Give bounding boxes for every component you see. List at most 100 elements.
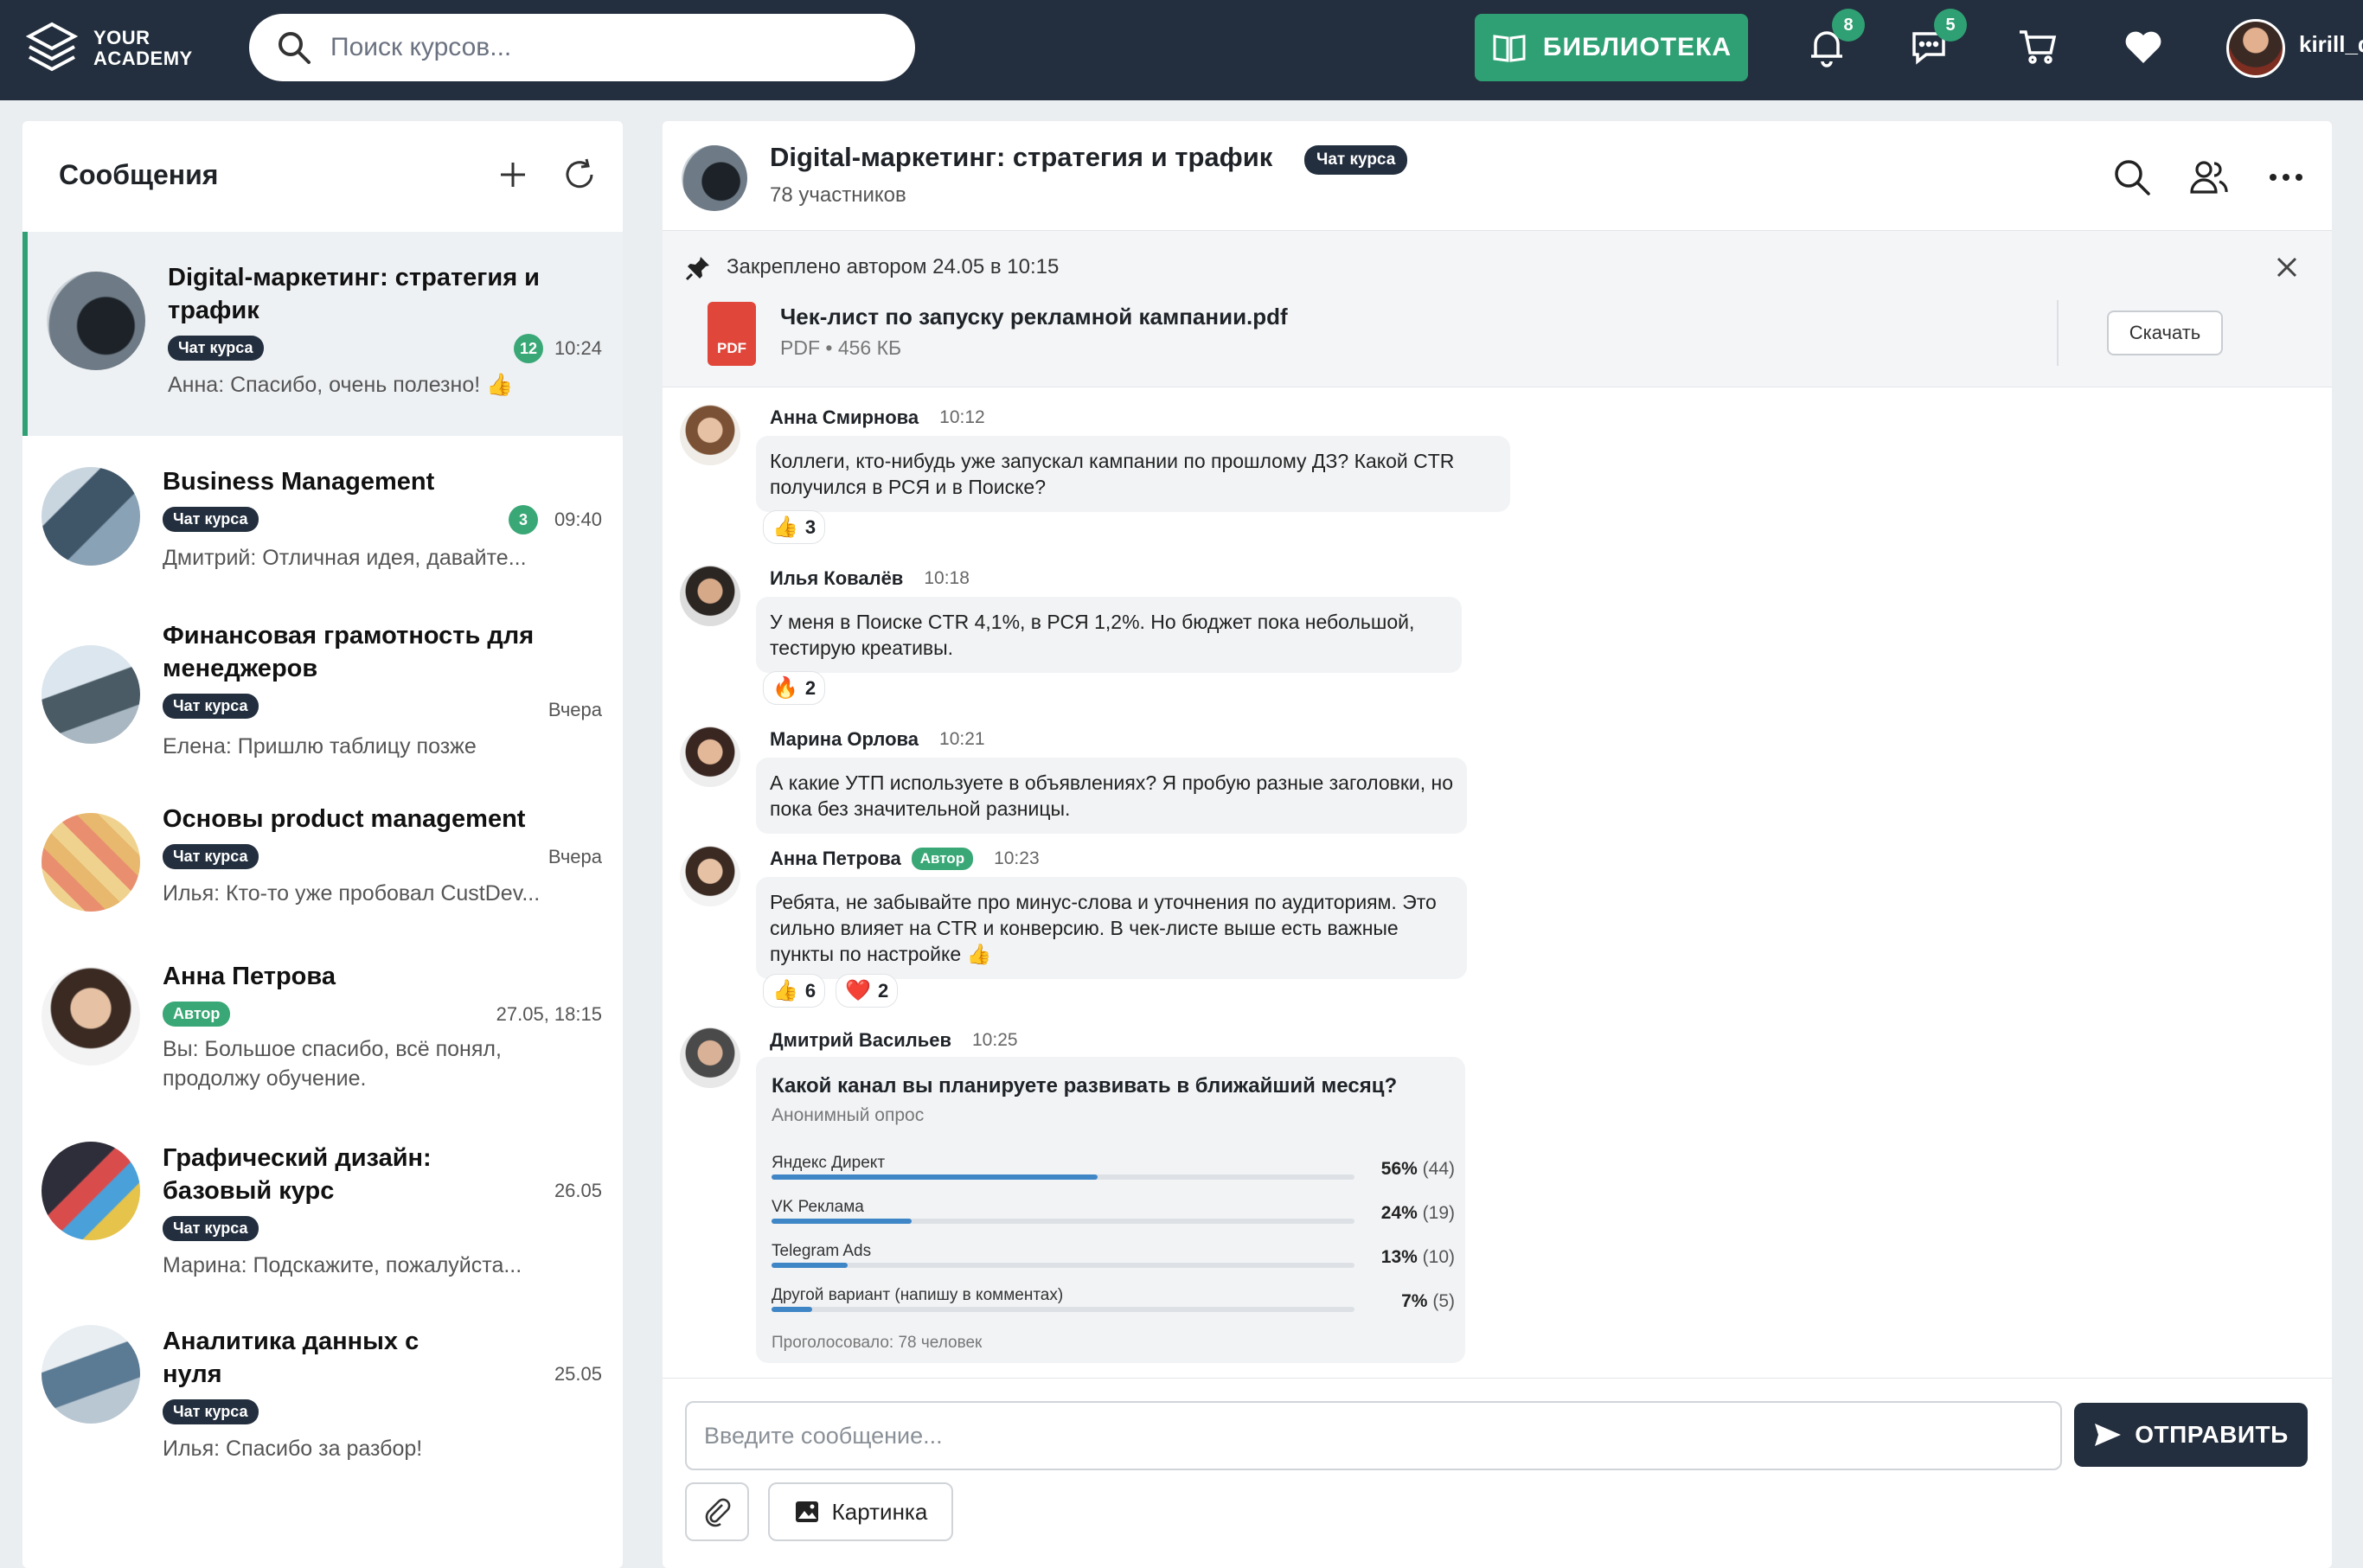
conversation-time: Вчера [548, 846, 602, 867]
conversation-time: 09:40 [554, 509, 602, 530]
conversation-preview: Марина: Подскажите, пожалуйста... [163, 1253, 522, 1277]
academy-logo[interactable]: YOUR ACADEMY [22, 19, 193, 78]
message-avatar[interactable] [680, 846, 740, 906]
send-button[interactable]: ОТПРАВИТЬ [2074, 1403, 2308, 1467]
poll-footer: Проголосовало: 78 человек [772, 1334, 983, 1352]
image-button[interactable]: Картинка [768, 1482, 953, 1541]
poll-bar [772, 1219, 912, 1224]
user-avatar[interactable] [2226, 19, 2285, 78]
chat-panel: Digital-маркетинг: стратегия и трафик Ча… [663, 121, 2332, 1568]
poll-option[interactable]: Telegram Ads 13% (10) [772, 1242, 1455, 1282]
notifications-button[interactable]: 8 [1801, 9, 1865, 73]
message-author[interactable]: Анна Смирнова [770, 406, 919, 429]
poll-option-label: Telegram Ads [772, 1242, 872, 1260]
poll-option[interactable]: Яндекс Директ 56% (44) [772, 1154, 1455, 1194]
pinned-file-meta: PDF • 456 КБ [780, 336, 902, 359]
message-author[interactable]: Марина Орлова [770, 728, 919, 751]
message-author[interactable]: Илья Ковалёв [770, 567, 903, 590]
members-icon[interactable] [2187, 156, 2230, 199]
search-input[interactable] [330, 33, 884, 62]
search-icon [279, 32, 311, 64]
course-search[interactable] [249, 14, 915, 81]
message-reactions: 👍 6 ❤️ 2 [763, 974, 908, 1008]
conversation-item[interactable]: Аналитика данных с нуля Чат курса 25.05 … [22, 1325, 623, 1498]
chat-tag: Чат курса [1304, 145, 1408, 175]
conversation-avatar [47, 272, 145, 370]
reaction-chip[interactable]: 👍 6 [763, 974, 826, 1008]
poll-option[interactable]: VK Реклама 24% (19) [772, 1198, 1455, 1238]
message-author[interactable]: Дмитрий Васильев [770, 1029, 951, 1052]
conversation-item[interactable]: Digital-маркетинг: стратегия и трафик Ча… [22, 232, 623, 436]
poll-option-result: 56% (44) [1380, 1159, 1455, 1179]
pinned-file-name[interactable]: Чек-лист по запуску рекламной кампании.p… [780, 304, 1288, 330]
notifications-badge: 8 [1832, 9, 1865, 42]
conversation-time: Вчера [548, 699, 602, 720]
reaction-chip[interactable]: 👍 3 [763, 510, 826, 544]
conversation-tag: Чат курса [168, 336, 264, 361]
conversation-name: Финансовая грамотность для менеджеров [163, 622, 535, 682]
conversation-item[interactable]: Business Management Чат курса 3 09:40 Дм… [22, 453, 623, 609]
library-button[interactable]: БИБЛИОТЕКА [1475, 14, 1748, 81]
conversation-avatar [42, 1142, 140, 1240]
reaction-chip[interactable]: ❤️ 2 [836, 974, 899, 1008]
poll-question: Какой канал вы планируете развивать в бл… [772, 1074, 1398, 1098]
message-author[interactable]: Анна Петрова [770, 848, 901, 870]
image-icon [795, 1501, 818, 1522]
message-avatar[interactable] [680, 405, 740, 465]
conversation-item[interactable]: Анна Петрова Автор 27.05, 18:15 Вы: Боль… [22, 960, 623, 1133]
more-icon[interactable] [2264, 156, 2308, 199]
poll-track [772, 1307, 1354, 1312]
message-time: 10:21 [939, 729, 985, 749]
message-bubble: Ребята, не забывайте про минус-слова и у… [756, 877, 1467, 979]
username[interactable]: kirill_d [2299, 31, 2363, 58]
chat-members[interactable]: 78 участников [770, 183, 906, 208]
pin-icon [685, 257, 709, 281]
poll-bar [772, 1263, 848, 1268]
conversation-item[interactable]: Финансовая грамотность для менеджеров Ча… [22, 619, 623, 792]
conversation-item[interactable]: Основы product management Чат курса Вчер… [22, 803, 623, 958]
message-avatar[interactable] [680, 1027, 740, 1088]
message-avatar[interactable] [680, 726, 740, 787]
chat-avatar [682, 145, 747, 211]
paperclip-icon [705, 1498, 731, 1527]
chat-title: Digital-маркетинг: стратегия и трафик [770, 142, 1273, 172]
cart-button[interactable] [2012, 21, 2064, 73]
pinned-label: Закреплено автором 24.05 в 10:15 [727, 255, 1060, 278]
message-time: 10:25 [972, 1030, 1018, 1050]
conversation-tag: Чат курса [163, 1216, 259, 1241]
close-icon[interactable] [2271, 252, 2302, 283]
message-header: Марина Орлова 10:21 [770, 728, 985, 751]
conversation-name: Business Management [163, 468, 435, 496]
message-reactions: 👍 3 [763, 510, 836, 544]
image-label: Картинка [831, 1498, 928, 1525]
message-input[interactable] [685, 1401, 2062, 1470]
pdf-file-icon[interactable]: PDF [708, 302, 756, 366]
search-icon[interactable] [2110, 156, 2154, 199]
refresh-icon[interactable] [560, 156, 599, 194]
message-time: 10:23 [994, 848, 1040, 868]
message-header: Дмитрий Васильев 10:25 [770, 1029, 1018, 1052]
attach-button[interactable] [685, 1482, 749, 1541]
poll-option-label: Другой вариант (напишу в комментах) [772, 1286, 1064, 1304]
conversation-preview: Дмитрий: Отличная идея, давайте... [163, 546, 527, 570]
conversation-avatar [42, 813, 140, 912]
messages-button[interactable]: 5 [1903, 9, 1967, 73]
author-badge: Автор [911, 848, 974, 870]
conversation-name: Аналитика данных с нуля [163, 1328, 419, 1388]
message-reactions: 🔥 2 [763, 671, 836, 705]
poll-option[interactable]: Другой вариант (напишу в комментах) 7% (… [772, 1286, 1455, 1326]
conversation-avatar [42, 467, 140, 566]
divider [2057, 300, 2059, 366]
plus-icon[interactable] [494, 156, 532, 194]
poll-subtitle: Анонимный опрос [772, 1105, 925, 1125]
conversation-time: 25.05 [554, 1363, 602, 1385]
conversation-name: Графический дизайн: базовый курс [163, 1144, 432, 1205]
message-avatar[interactable] [680, 566, 740, 626]
download-button[interactable]: Скачать [2107, 310, 2223, 355]
send-label: ОТПРАВИТЬ [2135, 1421, 2289, 1448]
message-time: 10:18 [924, 568, 970, 588]
conversation-tag: Чат курса [163, 694, 259, 719]
conversation-item[interactable]: Графический дизайн: базовый курс Чат кур… [22, 1142, 623, 1315]
reaction-chip[interactable]: 🔥 2 [763, 671, 826, 705]
favorites-button[interactable] [2117, 21, 2169, 73]
